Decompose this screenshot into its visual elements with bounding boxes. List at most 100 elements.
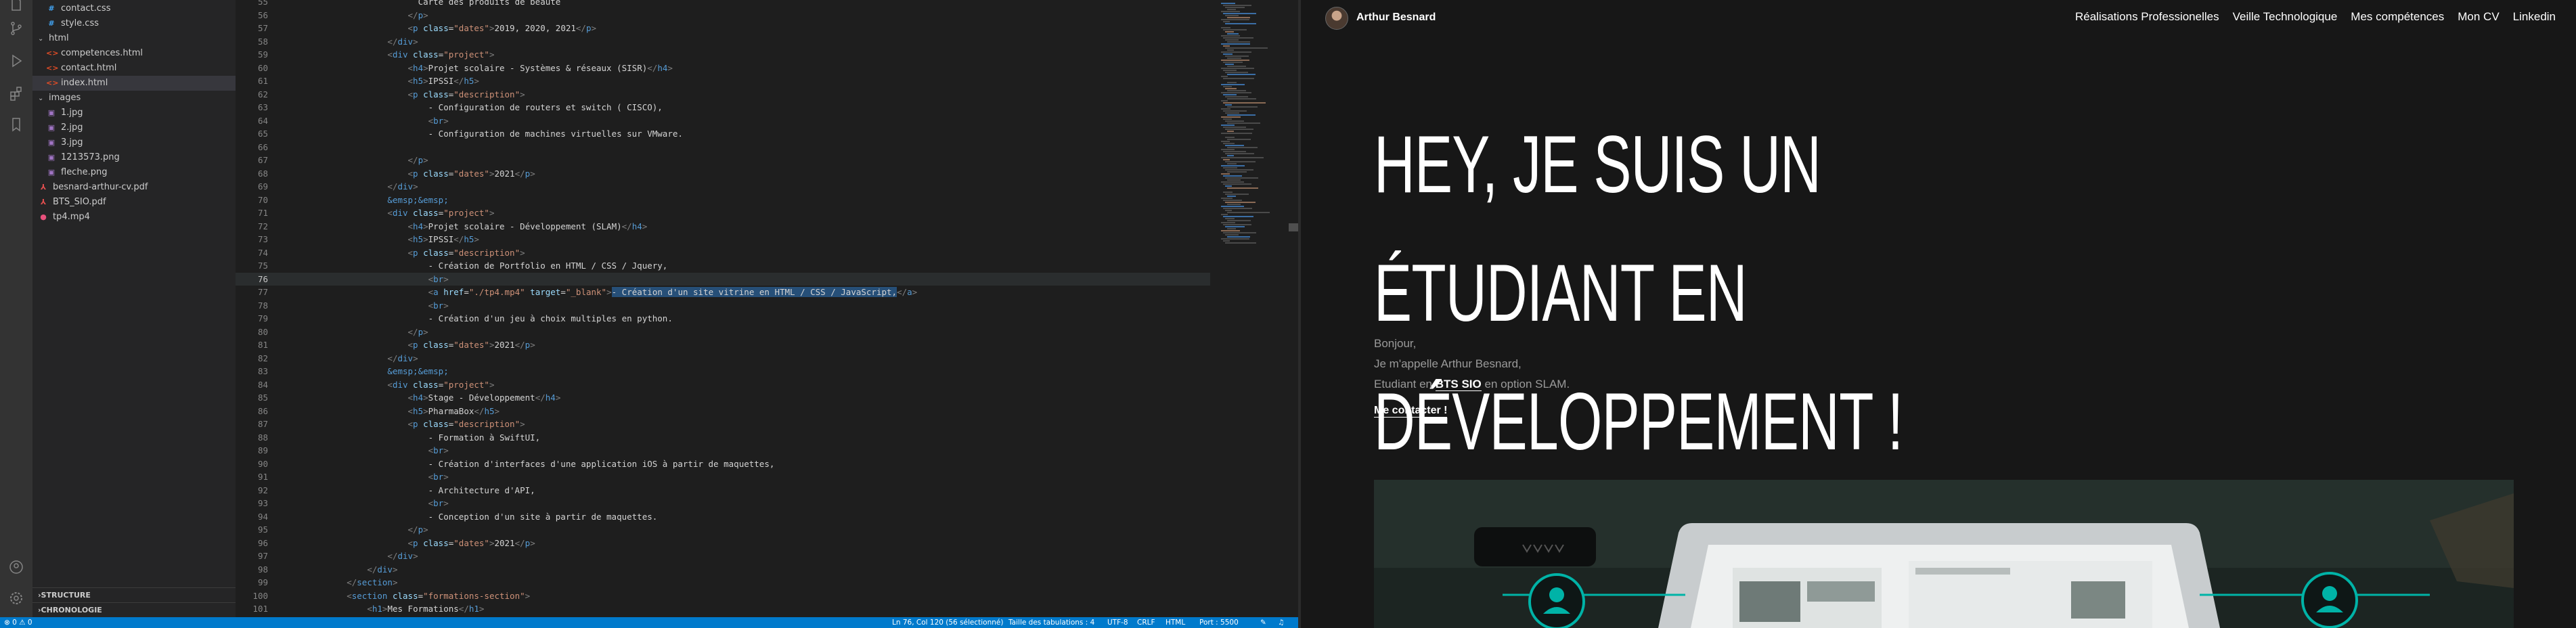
code-line[interactable]: 65 - Configuration de machines virtuelle… <box>236 127 1210 141</box>
tree-item-besnard-arthur-cv-pdf[interactable]: ⅄ besnard-arthur-cv.pdf <box>32 180 236 195</box>
nav-link-veille[interactable]: Veille Technologique <box>2233 10 2338 24</box>
code-line[interactable]: 63 - Configuration de routers et switch … <box>236 101 1210 114</box>
structure-section[interactable]: ›STRUCTURE <box>32 587 236 602</box>
code-line[interactable]: 74 <p class="description"> <box>236 246 1210 260</box>
language-mode[interactable]: HTML <box>1165 617 1185 628</box>
account-icon[interactable] <box>8 559 24 575</box>
avatar[interactable] <box>1325 7 1348 30</box>
tree-item-images[interactable]: ⌄ images <box>32 91 236 106</box>
code-line[interactable]: 83 &emsp;&emsp; <box>236 365 1210 378</box>
tab-size[interactable]: Taille des tabulations : 4 <box>1008 617 1094 628</box>
code-line[interactable]: 56 </p> <box>236 9 1210 22</box>
code-line[interactable]: 61 <h5>IPSSI</h5> <box>236 74 1210 88</box>
nav-link-cv[interactable]: Mon CV <box>2458 10 2499 24</box>
tree-item-contact-css[interactable]: # contact.css <box>32 1 236 16</box>
nav-link-realisations[interactable]: Réalisations Professionelles <box>2075 10 2219 24</box>
code-line[interactable]: 95 </p> <box>236 523 1210 537</box>
run-debug-icon[interactable] <box>8 53 24 69</box>
code-line[interactable]: 100 <section class="formations-section"> <box>236 589 1210 603</box>
source-control-icon[interactable] <box>8 20 24 37</box>
tree-item-bts-sio-pdf[interactable]: ⅄ BTS_SIO.pdf <box>32 195 236 210</box>
code-line[interactable]: 81 <p class="dates">2021</p> <box>236 338 1210 352</box>
code-token: </ <box>535 392 546 403</box>
tree-item-fleche-png[interactable]: ▣ fleche.png <box>32 165 236 180</box>
code-line[interactable]: 69 </div> <box>236 180 1210 194</box>
tree-item-style-css[interactable]: # style.css <box>32 16 236 31</box>
nav-link-competences[interactable]: Mes compétences <box>2351 10 2444 24</box>
problems-indicator[interactable]: ⊗ 0 ⚠ 0 <box>4 617 32 628</box>
minimap-line <box>1227 17 1250 18</box>
code-line[interactable]: 82 </div> <box>236 352 1210 365</box>
feedback-icon[interactable]: ✎ <box>1260 617 1266 628</box>
code-line[interactable]: 68 <p class="dates">2021</p> <box>236 167 1210 181</box>
minimap-line <box>1225 129 1253 130</box>
bookmark-icon[interactable] <box>8 116 24 133</box>
code-line[interactable]: 66 <box>236 141 1210 154</box>
notifications-bell-icon[interactable]: ♫ <box>1278 617 1284 628</box>
code-line[interactable]: 98 </div> <box>236 563 1210 577</box>
code-line[interactable]: 75 - Création de Portfolio en HTML / CSS… <box>236 259 1210 273</box>
minimap[interactable] <box>1217 0 1298 617</box>
code-line[interactable]: 70 &emsp;&emsp; <box>236 194 1210 207</box>
tree-item-tp4-mp4[interactable]: ● tp4.mp4 <box>32 210 236 225</box>
code-line[interactable]: 79 - Création d'un jeu à choix multiples… <box>236 312 1210 326</box>
line-ending[interactable]: CRLF <box>1137 617 1155 628</box>
code-line[interactable]: 89 <br> <box>236 444 1210 457</box>
code-line[interactable]: 80 </p> <box>236 326 1210 339</box>
code-line[interactable]: 99 </section> <box>236 576 1210 589</box>
tree-item-contact-html[interactable]: <> contact.html <box>32 61 236 76</box>
code-line[interactable]: 93 <br> <box>236 497 1210 510</box>
contact-link[interactable]: Me contacter ! <box>1374 405 1448 418</box>
bts-sio-link[interactable]: BTS SIO <box>1435 378 1482 391</box>
nav-link-linkedin[interactable]: Linkedin <box>2513 10 2556 24</box>
code-line[interactable]: 78 <br> <box>236 299 1210 313</box>
code-token: > <box>474 76 479 86</box>
files-icon[interactable] <box>8 0 24 12</box>
code-token: class <box>407 208 439 218</box>
live-server-port[interactable]: Port : 5500 <box>1199 617 1239 628</box>
settings-gear-icon[interactable] <box>8 590 24 606</box>
tree-item-html[interactable]: ⌄ html <box>32 31 236 46</box>
code-line[interactable]: 60 <h4>Projet scolaire - Systèmes & rése… <box>236 62 1210 75</box>
code-line[interactable]: 87 <p class="description"> <box>236 418 1210 431</box>
code-line[interactable]: 67 </p> <box>236 154 1210 167</box>
code-line[interactable]: 77 <a href="./tp4.mp4" target="_blank">-… <box>236 286 1210 299</box>
code-line[interactable]: 73 <h5>IPSSI</h5> <box>236 233 1210 246</box>
tree-item-index-html[interactable]: <> index.html <box>32 76 236 91</box>
code-line[interactable]: 71 <div class="project"> <box>236 206 1210 220</box>
encoding[interactable]: UTF-8 <box>1107 617 1128 628</box>
code-line[interactable]: 91 <br> <box>236 470 1210 484</box>
code-editor[interactable]: 55 Carte des produits de beauté 56 </p> 57… <box>236 0 1298 627</box>
timeline-section[interactable]: ›CHRONOLOGIE <box>32 602 236 617</box>
editor-scrollbar-thumb[interactable] <box>1289 223 1298 231</box>
code-line[interactable]: 84 <div class="project"> <box>236 378 1210 392</box>
tree-item-3-jpg[interactable]: ▣ 3.jpg <box>32 135 236 150</box>
code-line[interactable]: 72 <h4>Projet scolaire - Développement (… <box>236 220 1210 233</box>
extensions-icon[interactable] <box>8 85 24 102</box>
cursor-position[interactable]: Ln 76, Col 120 (56 sélectionné) <box>892 617 1003 628</box>
code-line[interactable]: 76 <br> <box>236 272 1210 286</box>
code-line[interactable]: 97 </div> <box>236 550 1210 563</box>
code-line[interactable]: 94 - Conception d'un site à partir de ma… <box>236 510 1210 524</box>
code-line[interactable]: 57 <p class="dates">2019, 2020, 2021</p> <box>236 22 1210 35</box>
minimap-line <box>1227 212 1270 213</box>
code-line[interactable]: 55 Carte des produits de beauté <box>236 0 1210 9</box>
code-line[interactable]: 58 </div> <box>236 35 1210 49</box>
code-line[interactable]: 92 - Architecture d'API, <box>236 484 1210 497</box>
code-line[interactable]: 62 <p class="description"> <box>236 88 1210 102</box>
code-line[interactable]: 90 - Création d'interfaces d'une applica… <box>236 457 1210 471</box>
tree-item-competences-html[interactable]: <> competences.html <box>32 46 236 61</box>
site-owner-name[interactable]: Arthur Besnard <box>1356 12 1436 24</box>
code-line[interactable]: 96 <p class="dates">2021</p> <box>236 537 1210 550</box>
code-line[interactable]: 86 <h5>PharmaBox</h5> <box>236 405 1210 418</box>
code-line[interactable]: 64 <br> <box>236 114 1210 128</box>
code-line[interactable]: 88 - Formation à SwiftUI, <box>236 431 1210 445</box>
tree-item-1213573-png[interactable]: ▣ 1213573.png <box>32 150 236 165</box>
code-line[interactable]: 59 <div class="project"> <box>236 48 1210 62</box>
minimap-line <box>1225 185 1232 187</box>
tree-item-2-jpg[interactable]: ▣ 2.jpg <box>32 120 236 135</box>
code-line[interactable]: 85 <h4>Stage - Développement</h4> <box>236 391 1210 405</box>
code-line[interactable]: 101 <h1>Mes Formations</h1> <box>236 602 1210 616</box>
tree-item-1-jpg[interactable]: ▣ 1.jpg <box>32 106 236 120</box>
